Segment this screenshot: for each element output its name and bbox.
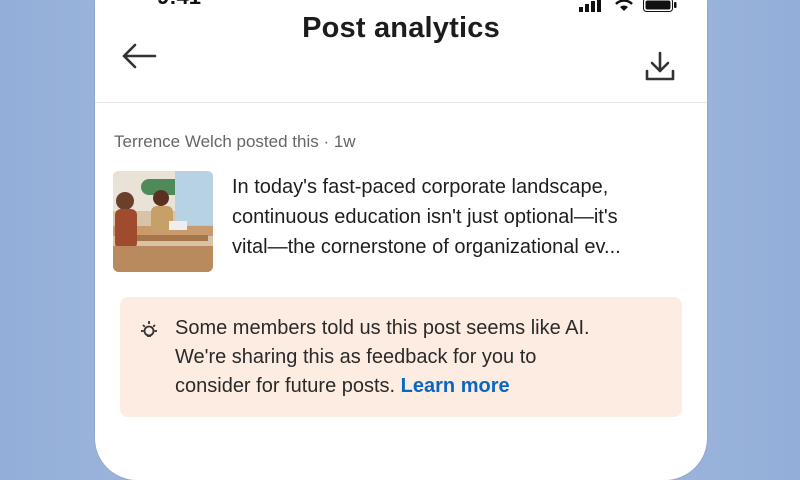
- status-time: 9:41: [157, 0, 201, 8]
- excerpt-line: continuous education isn't just optional…: [232, 206, 618, 228]
- notice-line: Some members told us this post seems lik…: [175, 317, 590, 339]
- excerpt-line: In today's fast-paced corporate landscap…: [232, 176, 609, 198]
- post-excerpt[interactable]: In today's fast-paced corporate landscap…: [232, 172, 702, 262]
- post-thumbnail[interactable]: [113, 171, 213, 272]
- ai-feedback-notice: Some members told us this post seems lik…: [120, 297, 682, 417]
- notice-line: We're sharing this as feedback for you t…: [175, 346, 537, 368]
- status-bar: 9:41: [95, 0, 707, 12]
- post-meta: Terrence Welch posted this · 1w: [114, 132, 356, 151]
- post-photo: [113, 171, 213, 272]
- excerpt-line: vital—the cornerstone of organizational …: [232, 236, 621, 258]
- back-arrow-icon: [122, 43, 157, 69]
- notice-line: consider for future posts.: [175, 375, 396, 397]
- notice-line-last: consider for future posts. Learn more: [175, 372, 675, 401]
- page-title: Post analytics: [302, 12, 500, 44]
- download-icon: [645, 51, 675, 81]
- learn-more-link[interactable]: Learn more: [401, 375, 510, 397]
- phone-screen: 9:41 Post analytics: [95, 0, 707, 480]
- back-button[interactable]: [119, 40, 159, 72]
- notice-text: Some members told us this post seems lik…: [175, 314, 675, 401]
- download-button[interactable]: [643, 49, 677, 83]
- lightbulb-icon: [138, 319, 160, 341]
